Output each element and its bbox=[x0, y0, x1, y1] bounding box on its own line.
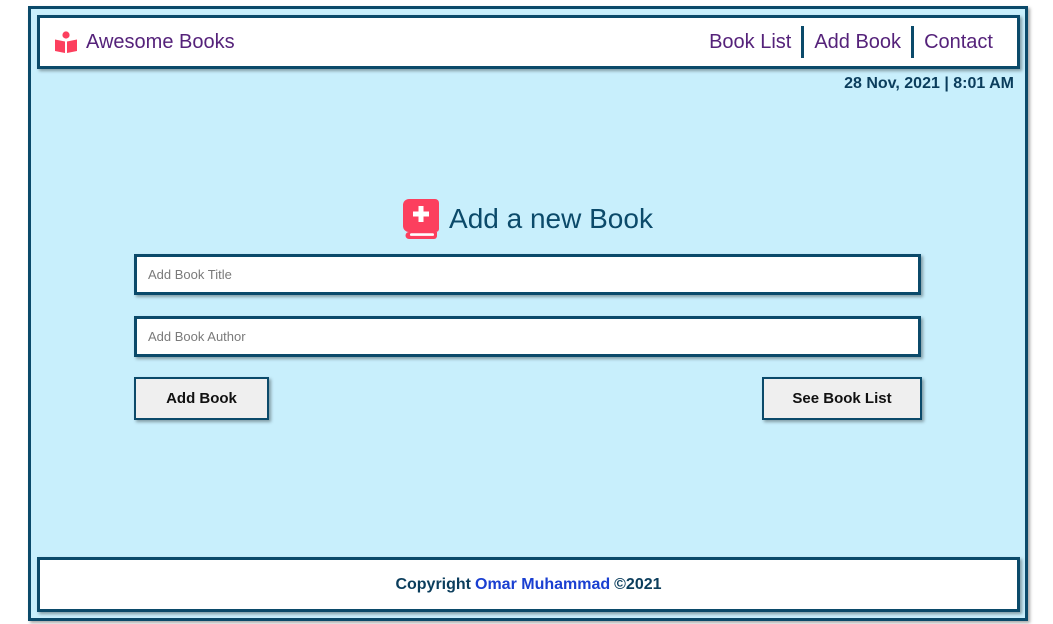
nav-add-book[interactable]: Add Book bbox=[804, 26, 911, 58]
book-title-input[interactable] bbox=[134, 254, 921, 295]
book-author-input[interactable] bbox=[134, 316, 921, 357]
add-book-button[interactable]: Add Book bbox=[134, 377, 269, 420]
nav-contact[interactable]: Contact bbox=[914, 26, 1003, 58]
current-datetime: 28 Nov, 2021 | 8:01 AM bbox=[844, 75, 1014, 92]
book-reader-icon bbox=[55, 31, 77, 53]
site-header: Awesome Books Book List Add Book Contact bbox=[37, 15, 1020, 69]
app-container: Awesome Books Book List Add Book Contact… bbox=[28, 6, 1028, 621]
copyright-year: ©2021 bbox=[614, 575, 662, 593]
book-medical-icon bbox=[403, 199, 440, 239]
main-nav: Book List Add Book Contact bbox=[699, 26, 1003, 58]
form-title: Add a new Book bbox=[449, 203, 653, 234]
form-heading: Add a new Book bbox=[31, 199, 1025, 239]
site-footer: Copyright Omar Muhammad ©2021 bbox=[37, 557, 1020, 612]
nav-book-list[interactable]: Book List bbox=[699, 26, 801, 58]
see-book-list-button[interactable]: See Book List bbox=[762, 377, 922, 420]
brand[interactable]: Awesome Books bbox=[54, 29, 235, 55]
copyright-label: Copyright bbox=[395, 575, 471, 593]
author-link[interactable]: Omar Muhammad bbox=[475, 576, 610, 594]
brand-name: Awesome Books bbox=[86, 30, 235, 53]
